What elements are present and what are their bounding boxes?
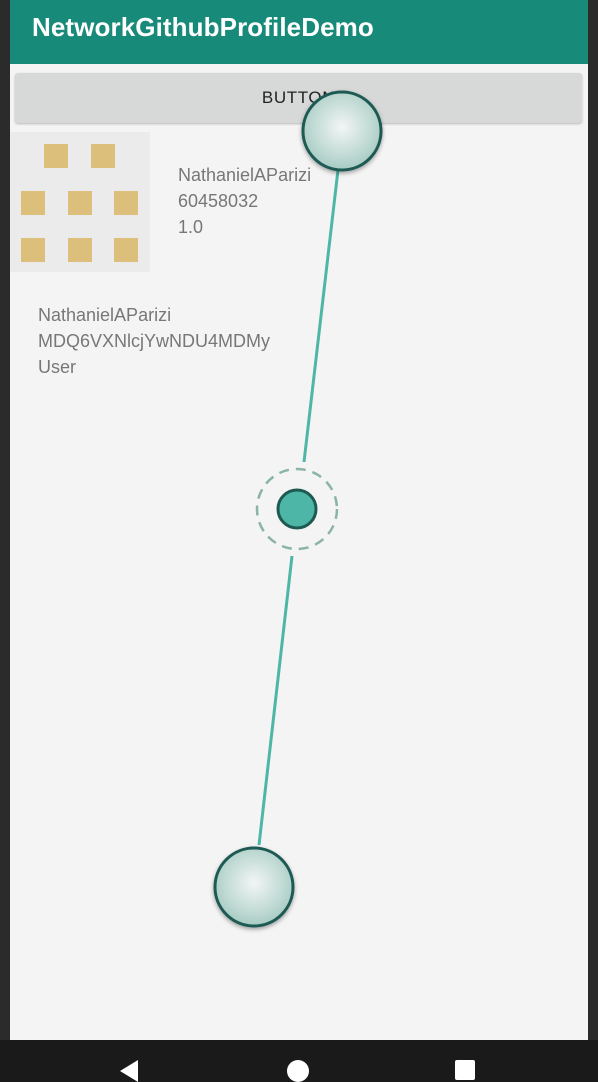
recent-square-icon[interactable]	[455, 1060, 475, 1080]
gesture-midpoint-dot	[276, 488, 318, 530]
gesture-path-lower	[257, 555, 294, 846]
touch-point-end[interactable]	[213, 846, 295, 928]
home-circle-icon[interactable]	[287, 1060, 309, 1082]
back-triangle-icon[interactable]	[120, 1060, 138, 1082]
gesture-overlay	[213, 90, 383, 928]
touch-point-start[interactable]	[301, 90, 383, 172]
gesture-path-upper	[302, 169, 340, 463]
